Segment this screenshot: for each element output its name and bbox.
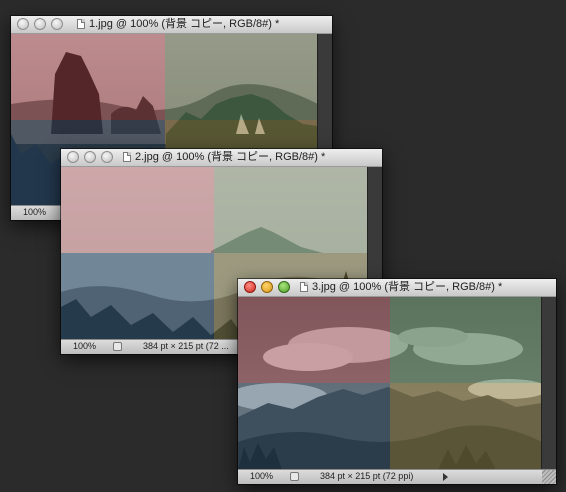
zoom-window-button[interactable] xyxy=(51,18,63,30)
window-title: 3.jpg @ 100% (背景 コピー, RGB/8#) * xyxy=(312,281,503,293)
minimize-window-button[interactable] xyxy=(84,151,96,163)
zoom-level[interactable]: 100% xyxy=(250,470,273,483)
document-status-icon[interactable] xyxy=(290,472,299,481)
document-info: 384 pt × 215 pt (72 ppi) xyxy=(320,471,414,481)
document-icon xyxy=(77,19,85,29)
minimize-window-button[interactable] xyxy=(261,281,273,293)
document-icon xyxy=(123,152,131,162)
status-bar: 100% 384 pt × 215 pt (72 ppi) xyxy=(238,469,556,484)
zoom-level[interactable]: 100% xyxy=(73,340,96,353)
window-title: 1.jpg @ 100% (背景 コピー, RGB/8#) * xyxy=(89,18,280,30)
zoom-window-button[interactable] xyxy=(278,281,290,293)
minimize-window-button[interactable] xyxy=(34,18,46,30)
resize-grip[interactable] xyxy=(542,470,556,484)
status-menu-arrow-icon[interactable] xyxy=(443,473,448,481)
document-icon xyxy=(300,282,308,292)
vertical-scrollbar[interactable] xyxy=(541,297,556,470)
image-canvas[interactable] xyxy=(238,297,542,470)
window-title: 2.jpg @ 100% (背景 コピー, RGB/8#) * xyxy=(135,151,326,163)
close-window-button[interactable] xyxy=(244,281,256,293)
document-info: 384 pt × 215 pt (72 ... xyxy=(143,341,229,351)
landscape-image-3 xyxy=(238,297,542,470)
title-bar[interactable]: 1.jpg @ 100% (背景 コピー, RGB/8#) * xyxy=(11,16,332,34)
document-status-icon[interactable] xyxy=(113,342,122,351)
document-window-3[interactable]: 3.jpg @ 100% (背景 コピー, RGB/8#) * 100% 384… xyxy=(238,279,556,484)
close-window-button[interactable] xyxy=(67,151,79,163)
zoom-window-button[interactable] xyxy=(101,151,113,163)
close-window-button[interactable] xyxy=(17,18,29,30)
zoom-level[interactable]: 100% xyxy=(23,206,46,219)
title-bar[interactable]: 3.jpg @ 100% (背景 コピー, RGB/8#) * xyxy=(238,279,556,297)
title-bar[interactable]: 2.jpg @ 100% (背景 コピー, RGB/8#) * xyxy=(61,149,382,167)
